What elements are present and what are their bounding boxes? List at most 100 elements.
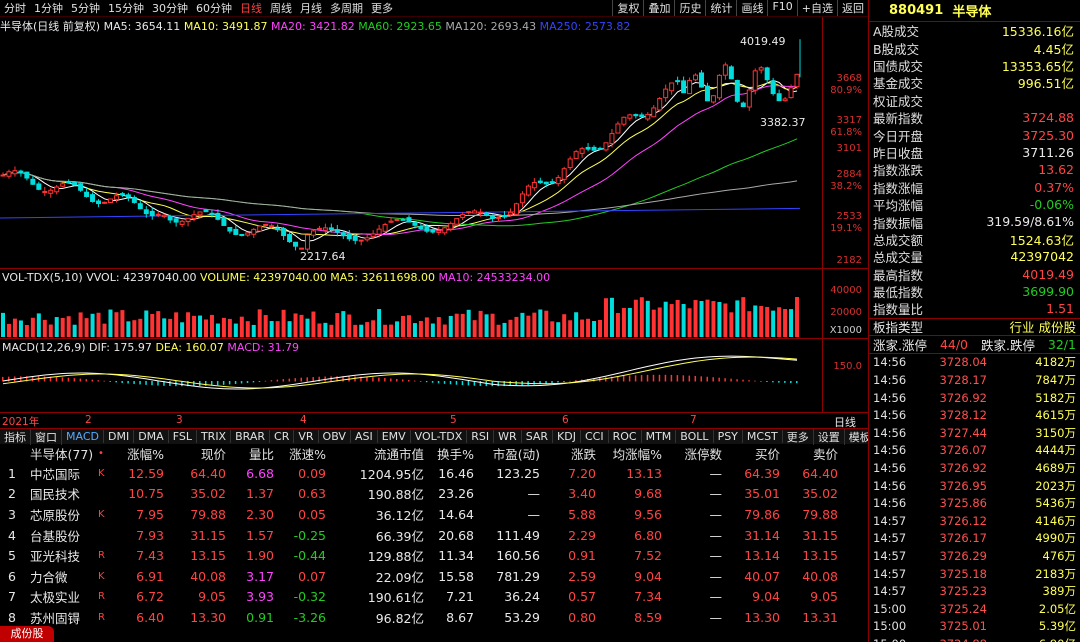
cell-cap: 66.39亿 bbox=[375, 528, 424, 544]
indicator-tab-12[interactable]: EMV bbox=[378, 430, 411, 443]
candle-body bbox=[555, 177, 561, 185]
table-row[interactable]: 5 亚光科技 R 7.43 13.15 1.90 -0.44 129.88亿 11.34 160.… bbox=[0, 545, 868, 566]
indicator-tab-10[interactable]: OBV bbox=[319, 430, 351, 443]
indicator-tab-13[interactable]: VOL-TDX bbox=[411, 430, 468, 443]
table-row[interactable]: 8 苏州固锝 R 6.40 13.30 0.91 -3.26 96.82亿 8.67 53.29 0… bbox=[0, 607, 868, 628]
indicator-tab-8[interactable]: CR bbox=[270, 430, 295, 443]
table-row[interactable]: 1 中芯国际 K 12.59 64.40 6.68 0.09 1204.95亿 16.46 123… bbox=[0, 463, 868, 484]
period-tab-3[interactable]: 15分钟 bbox=[104, 0, 148, 16]
toolbar-button-0[interactable]: 复权 bbox=[612, 0, 643, 16]
macd-chart[interactable]: MACD(12,26,9) DIF: 175.97 DEA: 160.07 MA… bbox=[0, 338, 822, 412]
table-row[interactable]: 2 国民技术 10.75 35.02 1.37 0.63 190.88亿 23.26 — 3.40… bbox=[0, 484, 868, 505]
indicator-tab-25[interactable]: 设置 bbox=[814, 428, 845, 445]
candle-body bbox=[90, 194, 96, 202]
indicator-tab-3[interactable]: DMI bbox=[104, 430, 135, 443]
indicator-tab-22[interactable]: PSY bbox=[714, 430, 743, 443]
header-cell[interactable]: 卖价 bbox=[780, 444, 838, 463]
tick-time: 14:56 bbox=[873, 390, 907, 405]
header-cell[interactable]: 市盈(动) bbox=[474, 444, 540, 463]
constituent-badge[interactable]: 成份股 bbox=[0, 626, 54, 642]
kline-svg[interactable] bbox=[0, 32, 822, 268]
toolbar-button-3[interactable]: 统计 bbox=[705, 0, 736, 16]
indicator-tab-15[interactable]: WR bbox=[494, 430, 522, 443]
toolbar-button-6[interactable]: +自选 bbox=[796, 0, 837, 16]
indicator-tab-4[interactable]: DMA bbox=[134, 430, 169, 443]
indicator-tab-2[interactable]: MACD bbox=[62, 430, 104, 443]
period-tab-9[interactable]: 多周期 bbox=[326, 0, 367, 16]
indicator-tab-0[interactable]: 指标 bbox=[0, 428, 31, 445]
toolbar-button-1[interactable]: 叠加 bbox=[643, 0, 674, 16]
period-tab-5[interactable]: 60分钟 bbox=[192, 0, 236, 16]
table-row[interactable]: 6 力合微 K 6.91 40.08 3.17 0.07 22.09亿 15.58 781.29 2… bbox=[0, 566, 868, 587]
cell-pe: 111.49 bbox=[496, 527, 540, 543]
toolbar-button-4[interactable]: 画线 bbox=[736, 0, 767, 16]
toolbar-button-7[interactable]: 返回 bbox=[837, 0, 868, 16]
indicator-tab-24[interactable]: 更多 bbox=[783, 428, 814, 445]
candle-body bbox=[788, 87, 794, 99]
indicator-tab-16[interactable]: SAR bbox=[522, 430, 554, 443]
macd-bar bbox=[479, 381, 482, 386]
macd-bar bbox=[97, 380, 100, 382]
period-tab-10[interactable]: 更多 bbox=[367, 0, 397, 16]
indicator-tab-17[interactable]: KDJ bbox=[553, 430, 581, 443]
candle-body bbox=[352, 235, 358, 241]
header-cell[interactable]: 均涨幅% bbox=[596, 444, 662, 463]
macd-bar bbox=[784, 381, 786, 383]
period-tab-8[interactable]: 月线 bbox=[296, 0, 326, 16]
volume-bar bbox=[96, 312, 101, 337]
table-row[interactable]: 3 芯原股份 K 7.95 79.88 2.30 0.05 36.12亿 14.64 — 5.88 9… bbox=[0, 504, 868, 525]
indicator-tab-9[interactable]: VR bbox=[294, 430, 319, 443]
indicator-tab-18[interactable]: CCI bbox=[581, 430, 609, 443]
indicator-tab-21[interactable]: BOLL bbox=[676, 430, 714, 443]
header-cell[interactable]: 涨停数 bbox=[662, 444, 722, 463]
cell-sell: 79.88 bbox=[802, 506, 838, 522]
header-cell[interactable]: 买价 bbox=[722, 444, 780, 463]
cell-f: R bbox=[98, 550, 105, 562]
toolbar-button-2[interactable]: 历史 bbox=[674, 0, 705, 16]
candle-body bbox=[221, 217, 227, 226]
header-cell[interactable]: 涨幅% bbox=[120, 444, 164, 463]
header-cell[interactable]: 半导体(77) bbox=[16, 444, 98, 463]
volume-bar bbox=[562, 314, 567, 337]
period-tab-0[interactable]: 分时 bbox=[0, 0, 30, 16]
candle-body bbox=[693, 74, 699, 81]
indicator-tab-14[interactable]: RSI bbox=[467, 430, 495, 443]
indicator-tab-7[interactable]: BRAR bbox=[231, 430, 271, 443]
header-cell[interactable]: 现价 bbox=[164, 444, 226, 463]
indicator-tab-11[interactable]: ASI bbox=[351, 430, 378, 443]
period-tab-7[interactable]: 周线 bbox=[266, 0, 296, 16]
table-row[interactable]: 7 太极实业 R 6.72 9.05 3.93 -0.32 190.61亿 7.21 36.24 0… bbox=[0, 587, 868, 608]
cell-pe: 781.29 bbox=[496, 568, 540, 584]
quote-key: 指数涨跌 bbox=[873, 163, 924, 179]
macd-dea: DEA: 160.07 bbox=[155, 341, 224, 354]
quote-key: 昨日收盘 bbox=[873, 145, 924, 161]
candlestick-chart[interactable]: 4019.49 3382.37 2217.64 bbox=[0, 32, 822, 268]
volume-chart[interactable]: VOL-TDX(5,10) VVOL: 42397040.00 VOLUME: … bbox=[0, 268, 822, 338]
indicator-tab-23[interactable]: MCST bbox=[743, 430, 783, 443]
period-tab-2[interactable]: 5分钟 bbox=[67, 0, 104, 16]
indicator-tab-6[interactable]: TRIX bbox=[197, 430, 232, 443]
header-cell[interactable]: 量比 bbox=[226, 444, 274, 463]
volume-bar bbox=[377, 309, 382, 337]
header-cell[interactable]: 涨跌 bbox=[540, 444, 596, 463]
header-cell[interactable]: • bbox=[98, 448, 120, 459]
volume-bar bbox=[383, 324, 388, 337]
period-tab-4[interactable]: 30分钟 bbox=[148, 0, 192, 16]
header-cell[interactable]: 换手% bbox=[424, 444, 474, 463]
indicator-tab-1[interactable]: 窗口 bbox=[31, 428, 62, 445]
header-cell[interactable]: 流通市值 bbox=[326, 444, 424, 463]
header-cell[interactable]: 涨速% bbox=[274, 444, 326, 463]
volume-bar bbox=[203, 319, 208, 337]
indicator-tab-5[interactable]: FSL bbox=[169, 430, 197, 443]
cell-pe: 53.29 bbox=[504, 609, 540, 625]
period-tab-1[interactable]: 1分钟 bbox=[30, 0, 67, 16]
date-axis: 2021年 2 3 4 5 6 7 日线 bbox=[0, 412, 868, 429]
indicator-tab-19[interactable]: ROC bbox=[609, 430, 642, 443]
macd-bar bbox=[778, 381, 780, 383]
period-tab-6[interactable]: 日线 bbox=[236, 0, 266, 16]
indicator-tab-20[interactable]: MTM bbox=[642, 430, 677, 443]
toolbar-button-5[interactable]: F10 bbox=[767, 0, 796, 16]
table-row[interactable]: 4 台基股份 7.93 31.15 1.57 -0.25 66.39亿 20.68 111.49… bbox=[0, 525, 868, 546]
quote-row: 权证成交 bbox=[869, 92, 1080, 109]
tick-time: 14:56 bbox=[873, 478, 907, 493]
